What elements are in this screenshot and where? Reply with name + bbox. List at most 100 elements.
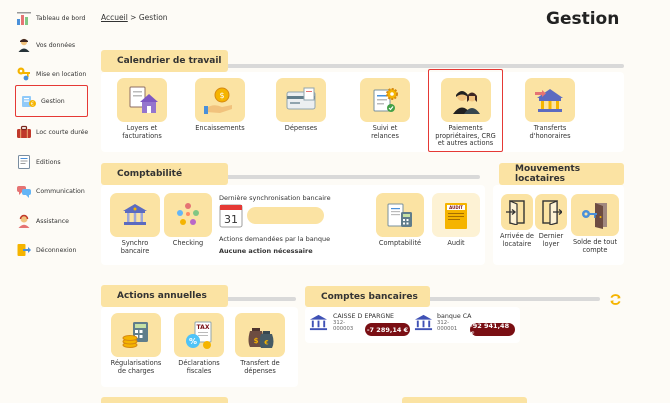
- sync-status-bar: [247, 207, 324, 224]
- calculator-coins-icon: [122, 322, 148, 348]
- sidebar-item-mise-en-location[interactable]: Mise en location: [16, 63, 90, 85]
- sidebar-item-label: Gestion: [41, 97, 65, 105]
- sidebar-item-communication[interactable]: Communication: [16, 180, 90, 202]
- section-title-actions-annuelles: Actions annuelles: [101, 285, 228, 307]
- tile-label: Audit: [447, 239, 465, 247]
- owners-icon: [452, 91, 480, 114]
- tile-label: compte: [582, 245, 608, 254]
- management-icon: €: [22, 96, 36, 107]
- sidebar: Tableau de bord Vos données Mise en loca…: [0, 0, 92, 403]
- svg-text:$: $: [254, 337, 259, 345]
- bank-balance-badge: -92 941,48 €: [470, 322, 515, 338]
- tile-suivi-relances[interactable]: Suivi et relances: [356, 78, 414, 140]
- sidebar-item-label: Editions: [36, 158, 61, 166]
- refresh-icon[interactable]: [609, 293, 622, 306]
- tile-transfert-depenses[interactable]: $ € Transfert de dépenses: [233, 313, 287, 375]
- tile-label: Checking: [172, 239, 204, 247]
- card-receipt-icon: [286, 87, 316, 110]
- door-exit-icon: [542, 200, 562, 225]
- bank-icon: [414, 314, 433, 331]
- tile-declarations-fiscales[interactable]: TAX% Déclarations fiscales: [171, 313, 227, 375]
- svg-text:$: $: [219, 91, 224, 100]
- audit-tag: AUDIT: [449, 205, 463, 210]
- accounting-icon: [387, 203, 412, 227]
- tile-encaissements[interactable]: $ Encaissements: [191, 78, 249, 133]
- tile-label: facturations: [122, 131, 162, 140]
- bank-icon: [309, 314, 328, 331]
- tile-label: Encaissements: [195, 124, 245, 132]
- tile-comptabilite[interactable]: Comptabilité: [374, 193, 426, 248]
- support-icon: [18, 214, 30, 228]
- section-divider: [220, 297, 296, 301]
- sidebar-item-assistance[interactable]: Assistance: [16, 210, 90, 232]
- bank-actions-value: Aucune action nécessaire: [219, 247, 313, 255]
- sidebar-item-vos-donnees[interactable]: Vos données: [16, 34, 90, 56]
- sidebar-item-gestion[interactable]: € Gestion: [15, 85, 88, 117]
- section-divider: [220, 64, 624, 68]
- tile-label: Dépenses: [284, 124, 318, 132]
- sidebar-item-tableau-de-bord[interactable]: Tableau de bord: [16, 7, 90, 29]
- chat-icon: [17, 186, 31, 198]
- sidebar-item-loc-courte-duree[interactable]: Loc courte durée: [16, 121, 90, 143]
- breadcrumb-current: Gestion: [138, 13, 168, 22]
- sidebar-item-label: Mise en location: [36, 70, 87, 78]
- money-bags-icon: $ €: [248, 328, 274, 348]
- svg-text:€: €: [31, 101, 34, 107]
- tile-regularisations-charges[interactable]: Régularisations de charges: [107, 313, 165, 375]
- sidebar-item-label: Vos données: [36, 41, 76, 49]
- tax-icon: TAX%: [186, 321, 212, 349]
- breadcrumb-separator: >: [130, 13, 137, 22]
- tile-label: locataire: [502, 239, 532, 248]
- bank-name: banque CA: [437, 313, 472, 320]
- sync-title: Dernière synchronisation bancaire: [219, 194, 331, 202]
- door-enter-icon: [506, 200, 525, 225]
- tile-label: de charges: [117, 366, 155, 375]
- document-icon: [18, 155, 30, 169]
- tile-label: d'honoraires: [529, 131, 571, 140]
- keys-icon: [17, 67, 30, 81]
- tile-solde-tout-compte[interactable]: Solde de tout compte: [569, 194, 621, 254]
- tile-transferts-honoraires[interactable]: Transferts d'honoraires: [520, 78, 580, 140]
- tile-checking[interactable]: Checking: [162, 193, 214, 248]
- sidebar-item-label: Assistance: [36, 217, 69, 225]
- tile-label: Comptabilité: [378, 239, 422, 247]
- coin-hand-icon: $: [204, 87, 232, 114]
- sidebar-item-editions[interactable]: Editions: [16, 151, 90, 173]
- door-key-icon: [582, 203, 607, 229]
- bank-name: CAISSE D EPARGNE: [333, 313, 395, 320]
- svg-text:%: %: [189, 337, 197, 346]
- tile-paiements-proprietaires[interactable]: Paiements propriétaires, CRG et autres act…: [428, 69, 503, 152]
- tax-tag: TAX: [197, 324, 210, 331]
- gear-document-icon: [373, 88, 398, 112]
- checking-icon: [177, 203, 199, 225]
- sidebar-item-label: Déconnexion: [36, 246, 77, 254]
- tile-label: loyer: [542, 239, 560, 248]
- tile-arrivee-locataire[interactable]: Arrivée de locataire: [498, 194, 536, 248]
- suitcase-icon: [17, 125, 31, 138]
- tile-loyers-facturations[interactable]: Loyers et facturations: [113, 78, 171, 140]
- tile-label: dépenses: [244, 366, 276, 375]
- tile-dernier-loyer[interactable]: Dernier loyer: [533, 194, 569, 248]
- tile-label: et autres actions: [437, 139, 494, 148]
- calendar-icon: 31: [219, 204, 243, 228]
- breadcrumb-home-link[interactable]: Accueil: [101, 13, 128, 22]
- bank-account-ca[interactable]: banque CA 312- 000001: [437, 313, 471, 332]
- calendar-day: 31: [224, 213, 238, 226]
- tile-label: relances: [371, 131, 399, 140]
- section-title-mouvements: Mouvements locataires: [499, 163, 624, 185]
- section-title-partial: [402, 397, 527, 403]
- sidebar-item-label: Tableau de bord: [36, 14, 86, 22]
- sidebar-item-label: Communication: [36, 187, 85, 195]
- tile-audit[interactable]: AUDIT Audit: [430, 193, 482, 248]
- section-divider: [420, 297, 600, 301]
- user-icon: [18, 38, 30, 52]
- tile-depenses[interactable]: Dépenses: [272, 78, 330, 133]
- dashboard-icon: [17, 12, 31, 25]
- sidebar-item-deconnexion[interactable]: Déconnexion: [16, 239, 90, 261]
- audit-folder-icon: AUDIT: [445, 203, 467, 229]
- transfer-icon: [535, 89, 563, 112]
- section-title-comptabilite: Comptabilité: [101, 163, 228, 185]
- tile-synchro-bancaire[interactable]: Synchro bancaire: [107, 193, 163, 255]
- tile-label: bancaire: [120, 246, 150, 255]
- logout-icon: [17, 244, 31, 256]
